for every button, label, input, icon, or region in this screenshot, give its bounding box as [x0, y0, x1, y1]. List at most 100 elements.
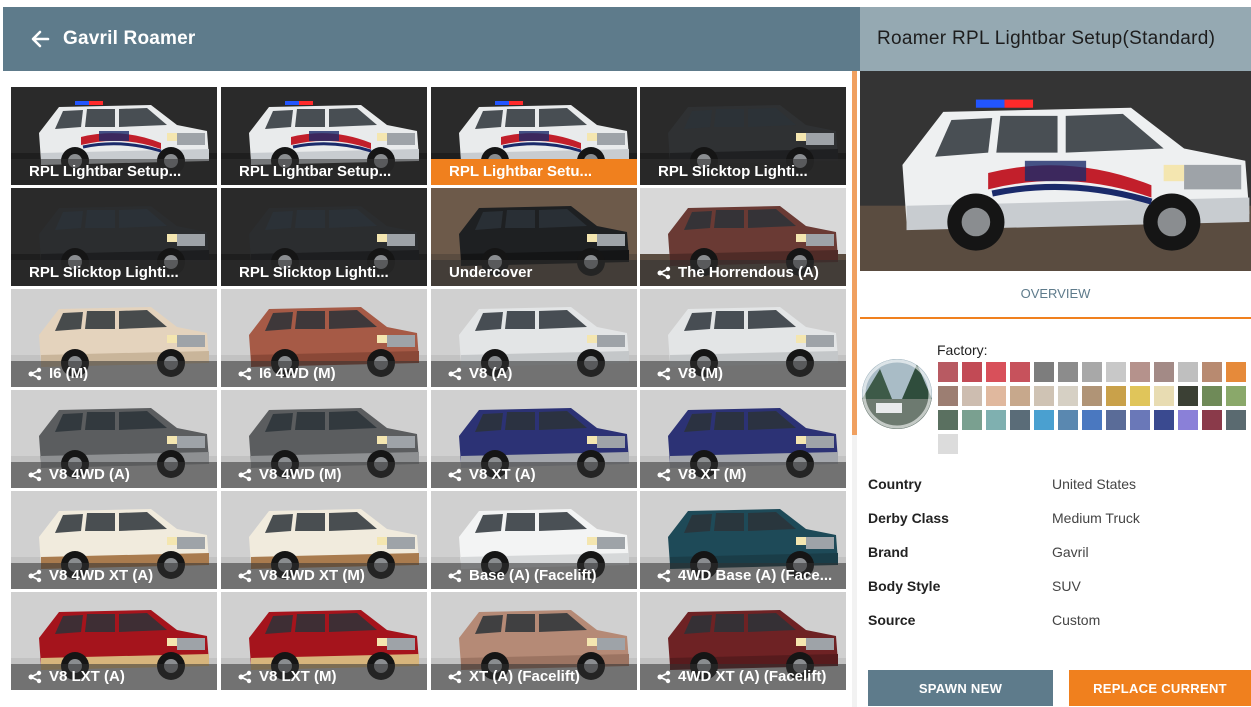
paint-swatch[interactable]: [1226, 410, 1246, 430]
paint-swatch[interactable]: [1082, 362, 1102, 382]
user-config-icon: [656, 569, 672, 583]
spawn-new-button[interactable]: SPAWN NEW: [868, 670, 1053, 706]
factory-paint-avatar[interactable]: [862, 359, 932, 429]
paint-swatch[interactable]: [1058, 410, 1078, 430]
user-config-icon: [237, 569, 253, 583]
config-tile[interactable]: V8 4WD XT (M): [221, 491, 427, 589]
config-tile[interactable]: V8 (M): [640, 289, 846, 387]
config-tile-label: V8 XT (M): [678, 466, 747, 483]
config-tile[interactable]: V8 LXT (A): [11, 592, 217, 690]
config-tile-label: RPL Slicktop Lighti...: [29, 264, 179, 281]
config-tile-label: Undercover: [449, 264, 533, 281]
config-tile[interactable]: Base (A) (Facelift): [431, 491, 637, 589]
info-row: Derby Class Medium Truck: [868, 501, 1248, 535]
paint-swatch[interactable]: [938, 410, 958, 430]
paint-swatch[interactable]: [1082, 386, 1102, 406]
paint-swatch[interactable]: [1154, 410, 1174, 430]
paint-swatch[interactable]: [962, 410, 982, 430]
paint-swatch[interactable]: [1106, 386, 1126, 406]
config-tile-caption: RPL Slicktop Lighti...: [221, 260, 427, 286]
paint-swatch[interactable]: [1202, 362, 1222, 382]
info-key: Body Style: [868, 578, 941, 594]
preview-render: [860, 71, 1251, 271]
config-tile-caption: V8 LXT (M): [221, 664, 427, 690]
config-tile[interactable]: Undercover: [431, 188, 637, 286]
config-tile[interactable]: V8 4WD XT (A): [11, 491, 217, 589]
paint-swatch[interactable]: [1010, 410, 1030, 430]
config-tile[interactable]: RPL Slicktop Lighti...: [11, 188, 217, 286]
paint-swatch[interactable]: [1130, 410, 1150, 430]
paint-swatch[interactable]: [986, 410, 1006, 430]
config-tile-label: 4WD XT (A) (Facelift): [678, 668, 827, 685]
config-tile[interactable]: V8 XT (A): [431, 390, 637, 488]
paint-swatch[interactable]: [1202, 386, 1222, 406]
arrow-left-icon[interactable]: [29, 28, 51, 50]
paint-swatch[interactable]: [1130, 362, 1150, 382]
config-tile-caption: Undercover: [431, 260, 637, 286]
paint-swatch[interactable]: [962, 386, 982, 406]
paint-swatch[interactable]: [1178, 410, 1198, 430]
paint-swatch[interactable]: [938, 386, 958, 406]
config-tile-label: V8 XT (A): [469, 466, 536, 483]
info-table: Country United States Derby Class Medium Tr…: [868, 467, 1248, 637]
config-tile[interactable]: RPL Lightbar Setup...: [11, 87, 217, 185]
scrollbar-thumb[interactable]: [852, 71, 857, 435]
user-config-icon: [447, 367, 463, 381]
paint-swatch[interactable]: [1058, 362, 1078, 382]
config-tile[interactable]: I6 4WD (M): [221, 289, 427, 387]
config-tile[interactable]: RPL Lightbar Setu...: [431, 87, 637, 185]
config-tile[interactable]: RPL Slicktop Lighti...: [221, 188, 427, 286]
paint-swatch[interactable]: [1106, 362, 1126, 382]
info-key: Brand: [868, 544, 909, 560]
details-header: Roamer RPL Lightbar Setup(Standard): [860, 7, 1251, 71]
config-tile-caption: RPL Lightbar Setup...: [11, 159, 217, 185]
paint-swatch[interactable]: [1202, 410, 1222, 430]
paint-swatch[interactable]: [1034, 362, 1054, 382]
config-tile-label: RPL Lightbar Setup...: [239, 163, 392, 180]
vehicle-title: Gavril Roamer: [63, 28, 196, 49]
paint-swatch[interactable]: [1178, 386, 1198, 406]
paint-swatch[interactable]: [1106, 410, 1126, 430]
config-tile[interactable]: The Horrendous (A): [640, 188, 846, 286]
paint-swatch[interactable]: [938, 434, 958, 454]
config-tile[interactable]: V8 4WD (A): [11, 390, 217, 488]
paint-swatch[interactable]: [1034, 386, 1054, 406]
config-tile[interactable]: 4WD Base (A) (Face...: [640, 491, 846, 589]
user-config-icon: [237, 367, 253, 381]
paint-swatch[interactable]: [986, 386, 1006, 406]
paint-swatch[interactable]: [1010, 362, 1030, 382]
config-tile-caption: I6 4WD (M): [221, 361, 427, 387]
paint-swatch[interactable]: [1154, 386, 1174, 406]
config-tile[interactable]: V8 4WD (M): [221, 390, 427, 488]
replace-current-button[interactable]: REPLACE CURRENT: [1069, 670, 1251, 706]
config-tile-caption: RPL Lightbar Setup...: [221, 159, 427, 185]
config-tile[interactable]: 4WD XT (A) (Facelift): [640, 592, 846, 690]
config-tile-caption: I6 (M): [11, 361, 217, 387]
config-tile[interactable]: RPL Slicktop Lighti...: [640, 87, 846, 185]
paint-swatch[interactable]: [1226, 386, 1246, 406]
config-tile[interactable]: V8 (A): [431, 289, 637, 387]
config-tile[interactable]: V8 LXT (M): [221, 592, 427, 690]
paint-swatch[interactable]: [1130, 386, 1150, 406]
paint-swatch[interactable]: [938, 362, 958, 382]
paint-swatch[interactable]: [1082, 410, 1102, 430]
config-tile-label: V8 4WD XT (A): [49, 567, 154, 584]
config-tile[interactable]: XT (A) (Facelift): [431, 592, 637, 690]
paint-swatch[interactable]: [1034, 410, 1054, 430]
config-tile-label: XT (A) (Facelift): [469, 668, 580, 685]
paint-swatch[interactable]: [1226, 362, 1246, 382]
config-tile-label: V8 LXT (M): [259, 668, 337, 685]
config-tile-caption: V8 4WD XT (A): [11, 563, 217, 589]
config-tile[interactable]: RPL Lightbar Setup...: [221, 87, 427, 185]
vehicle-config-list-panel: Gavril Roamer RPL Lightbar Setup... RPL L…: [3, 7, 860, 707]
config-tile[interactable]: V8 XT (M): [640, 390, 846, 488]
config-tile-caption: 4WD XT (A) (Facelift): [640, 664, 846, 690]
paint-swatch[interactable]: [1154, 362, 1174, 382]
tab-overview[interactable]: OVERVIEW: [860, 271, 1251, 319]
paint-swatch[interactable]: [1178, 362, 1198, 382]
config-tile[interactable]: I6 (M): [11, 289, 217, 387]
paint-swatch[interactable]: [1058, 386, 1078, 406]
paint-swatch[interactable]: [1010, 386, 1030, 406]
paint-swatch[interactable]: [962, 362, 982, 382]
paint-swatch[interactable]: [986, 362, 1006, 382]
